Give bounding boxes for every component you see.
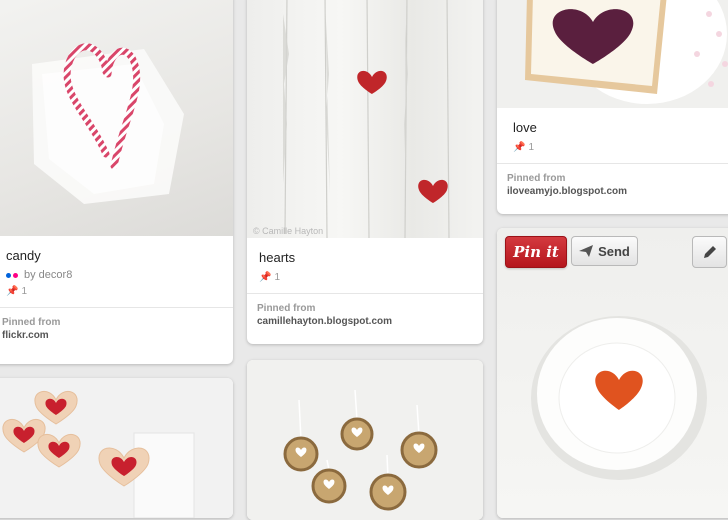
watermark-text: © Camille Hayton [253, 226, 323, 236]
pin-description: candy [6, 248, 41, 263]
repin-icon: 📌 [259, 272, 272, 283]
pin-image-heart-plate[interactable]: Pin it Send [497, 228, 728, 518]
repin-count-value: 1 [21, 286, 28, 297]
pin-description: hearts [259, 250, 296, 265]
pin-card-heart-cookies[interactable] [0, 378, 233, 518]
wood-ornaments-photo [283, 389, 438, 511]
pin-description: love [513, 120, 537, 135]
source-domain-link[interactable]: flickr.com [2, 330, 225, 341]
pin-source[interactable]: Pinned from camillehayton.blogspot.com [247, 293, 483, 337]
heart-cookies-photo [2, 391, 195, 518]
pin-card-wood-ornaments[interactable] [247, 360, 483, 520]
candy-cane-heart-photo [32, 43, 184, 204]
repin-icon: 📌 [513, 142, 526, 153]
jam-toast-photo [525, 0, 728, 104]
repin-icon: 📌 [6, 286, 19, 297]
heart-plate-photo [531, 316, 707, 480]
paper-plane-icon [579, 245, 594, 257]
pin-card-hearts[interactable]: © Camille Hayton hearts 📌 1 Pinned from … [247, 0, 483, 344]
pin-it-button[interactable]: Pin it [505, 236, 567, 268]
repin-count-value: 1 [274, 272, 281, 283]
pin-attribution[interactable]: by decor8 [0, 263, 233, 281]
repin-count: 📌 1 [0, 281, 233, 307]
flickr-icon [6, 272, 18, 278]
repin-count: 📌 1 [497, 135, 728, 163]
repin-count-value: 1 [528, 142, 535, 153]
pin-image-painted-hearts-wood[interactable]: © Camille Hayton [247, 0, 483, 238]
pinned-from-label: Pinned from [2, 317, 61, 328]
pin-card-candy[interactable]: candy by decor8 📌 1 Pinned from flickr.c… [0, 0, 233, 364]
pin-source[interactable]: Pinned from iloveamyjo.blogspot.com [497, 163, 728, 207]
pin-image-heart-jam-toast[interactable] [497, 0, 728, 108]
send-button[interactable]: Send [571, 236, 638, 266]
pinned-from-label: Pinned from [507, 173, 566, 184]
pencil-icon [703, 246, 716, 258]
pin-source[interactable]: Pinned from flickr.com [0, 307, 233, 351]
pinned-from-label: Pinned from [257, 303, 316, 314]
pin-image-candy-cane-heart[interactable] [0, 0, 233, 236]
edit-button[interactable] [692, 236, 727, 268]
attribution-text[interactable]: by decor8 [24, 269, 72, 281]
pin-card-love[interactable]: love 📌 1 Pinned from iloveamyjo.blogspot… [497, 0, 728, 214]
painted-wood-hearts-photo: © Camille Hayton [253, 0, 450, 238]
pin-image-heart-cookies[interactable] [0, 378, 233, 518]
send-label: Send [598, 243, 630, 259]
pin-image-wood-slice-ornaments[interactable] [247, 360, 483, 520]
repin-count: 📌 1 [247, 265, 483, 293]
source-domain-link[interactable]: camillehayton.blogspot.com [257, 316, 475, 327]
source-domain-link[interactable]: iloveamyjo.blogspot.com [507, 186, 728, 197]
pin-card-heart-plate[interactable]: Pin it Send [497, 228, 728, 518]
